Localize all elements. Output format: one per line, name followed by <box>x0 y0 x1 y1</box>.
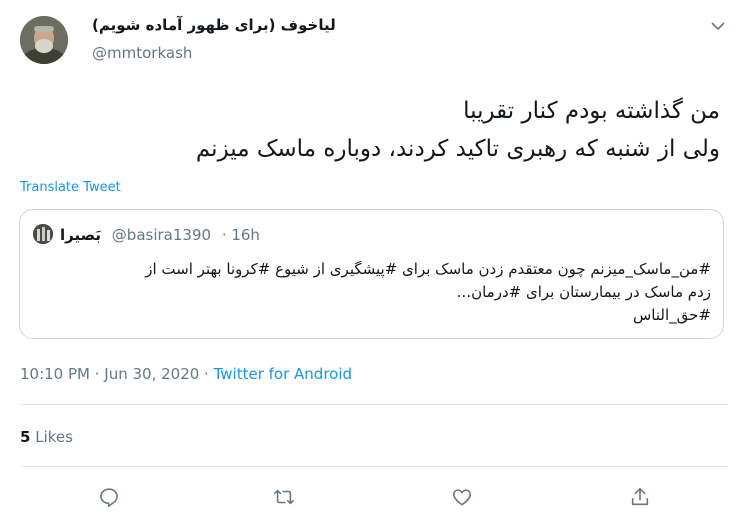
quoted-display-name: بَصیرا <box>60 226 102 244</box>
like-icon <box>452 489 472 506</box>
quoted-text-line: #من_ماسک_میزنم چون معتقدم زدن ماسک برای … <box>145 260 711 278</box>
quoted-avatar <box>33 224 53 244</box>
quoted-text: #من_ماسک_میزنم چون معتقدم زدن ماسک برای … <box>31 258 711 327</box>
author-display-name[interactable]: لیاخوف (برای ظهور آماده شویم) <box>92 16 336 34</box>
quoted-text-line: #حق_الناس <box>633 306 711 324</box>
avatar-image <box>20 16 68 64</box>
quoted-text-line: زدم ماسک در بیمارستان برای #درمان... <box>456 283 711 301</box>
quoted-handle: @basira1390 <box>111 226 212 244</box>
tweet-time-date[interactable]: 10:10 PM · Jun 30, 2020 · <box>20 365 214 383</box>
author-handle[interactable]: @mmtorkash <box>92 44 192 62</box>
more-options-button[interactable] <box>706 16 730 36</box>
like-button[interactable] <box>449 484 475 510</box>
tweet-text-line: ولی از شنبه که رهبری تاکید کردند، دوباره… <box>195 136 720 162</box>
likes-number: 5 <box>20 428 31 446</box>
reply-icon <box>100 488 118 507</box>
retweet-icon <box>274 489 294 505</box>
tweet-text: من گذاشته بودم کنار تقریبا ولی از شنبه ک… <box>30 92 720 168</box>
quoted-time: · 16h <box>221 226 260 244</box>
tweet-timestamp: 10:10 PM · Jun 30, 2020 · Twitter for An… <box>20 365 352 383</box>
quoted-header: بَصیرا @basira1390 · 16h <box>60 226 260 244</box>
translate-tweet-link[interactable]: Translate Tweet <box>20 180 121 195</box>
quoted-avatar-image <box>33 224 53 244</box>
divider <box>20 466 728 467</box>
retweet-button[interactable] <box>271 484 297 510</box>
quoted-tweet[interactable]: بَصیرا @basira1390 · 16h #من_ماسک_میزنم … <box>19 209 724 339</box>
likes-count[interactable]: 5 Likes <box>20 428 73 446</box>
chevron-down-icon <box>711 21 725 30</box>
share-icon <box>631 487 649 506</box>
author-avatar[interactable] <box>20 16 68 64</box>
tweet-source-link[interactable]: Twitter for Android <box>214 365 352 383</box>
reply-button[interactable] <box>96 484 122 510</box>
divider <box>20 404 728 405</box>
tweet-text-line: من گذاشته بودم کنار تقریبا <box>463 98 720 124</box>
likes-label: Likes <box>35 428 73 446</box>
share-button[interactable] <box>627 484 653 510</box>
